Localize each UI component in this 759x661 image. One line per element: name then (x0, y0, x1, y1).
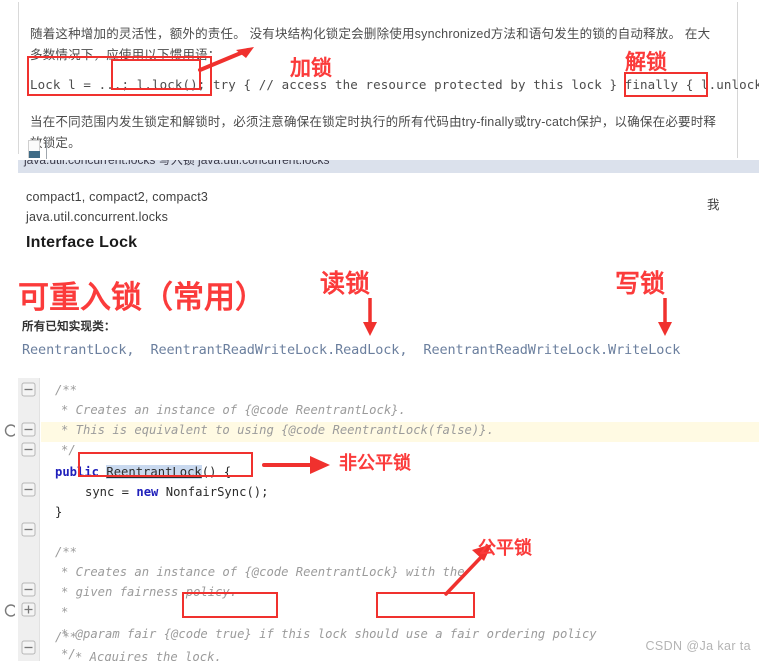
ctor-sig-1: () { (201, 465, 232, 479)
code-line-b2-3: * given fairness policy. (61, 585, 238, 599)
code-line-b1-7: } (55, 505, 63, 519)
fold-handle-3[interactable] (21, 442, 36, 457)
fold-handle-5[interactable] (21, 522, 36, 537)
page-title: Interface Lock (26, 234, 138, 251)
code-line-b1-5: public ReentrantLock() { (55, 462, 231, 482)
code-line-b2-6: */ (61, 647, 76, 661)
scrollbar-thumb-accent (29, 151, 40, 158)
doc-paragraph-flexibility: 随着这种增加的灵活性，额外的责任。 没有块结构化锁定会删除使用synchroni… (30, 27, 711, 62)
kw-new-1: new (136, 485, 159, 499)
fold-handle-4[interactable] (21, 482, 36, 497)
javadoc-compact-profiles: compact1, compact2, compact3 (26, 190, 209, 204)
javadoc-package-name: java.util.concurrent.locks (26, 210, 169, 224)
impl-separator-1: , (126, 342, 135, 358)
annotation-fair-lock-label: 公平锁 (478, 538, 532, 559)
fold-handle-expand[interactable] (21, 602, 36, 617)
method-marker-1[interactable] (2, 424, 18, 437)
editor-breakpoint-gutter[interactable] (0, 378, 18, 661)
code-line-b1-1: /** (55, 383, 78, 397)
fold-handle-2[interactable] (21, 422, 36, 437)
clipped-right-text: 我 (707, 198, 720, 212)
code-line-b2-2: * Creates an instance of {@code Reentran… (61, 565, 465, 579)
vertical-scrollbar-rail[interactable] (46, 139, 47, 159)
known-implementing-classes-list: ReentrantLock, ReentrantReadWriteLock.Re… (22, 342, 680, 358)
kw-public-1: public (55, 465, 100, 479)
fold-handle-7[interactable] (21, 640, 36, 655)
nonfairsync-call: NonfairSync(); (158, 485, 269, 499)
doc-idiom-code-line: Lock l = ...; l.lock(); try { // access … (30, 77, 759, 92)
annotation-write-lock-label: 写锁 (615, 269, 666, 298)
impl-link-writelock[interactable]: ReentrantReadWriteLock.WriteLock (423, 342, 680, 358)
doc-paragraph-scope: 当在不同范围内发生锁定和解锁时，必须注意确保在锁定时执行的所有代码由try-fi… (30, 115, 717, 150)
code-line-b1-2: * Creates an instance of {@code Reentran… (61, 403, 406, 417)
code-line-b2-4: * (61, 605, 69, 619)
known-implementing-classes-label: 所有已知实现类： (22, 321, 116, 333)
annotation-reentrant-lock-label: 可重入锁（常用） (18, 280, 266, 316)
code-line-b1-6: sync = new NonfairSync(); (85, 482, 268, 502)
fold-handle-1[interactable] (21, 382, 36, 397)
screenshot-root: 随着这种增加的灵活性，额外的责任。 没有块结构化锁定会删除使用synchroni… (0, 0, 759, 661)
annotation-unlock-label: 解锁 (625, 50, 667, 74)
code-line-b1-3: * This is equivalent to using {@code Ree… (61, 423, 494, 437)
code-line-b2-5: * @param fair {@code true} if this lock … (61, 627, 597, 641)
annotation-nonfair-lock-label: 非公平锁 (339, 453, 411, 474)
source-code-editor[interactable]: /** * Creates an instance of {@code Reen… (0, 378, 759, 661)
csdn-watermark: CSDN @Ja kar ta (645, 639, 751, 653)
clipped-table-header-row: java.util.concurrent.locks 写入锁 java.util… (18, 160, 759, 173)
ctor-name-reentrantlock: ReentrantLock (106, 465, 202, 479)
impl-link-readlock[interactable]: ReentrantReadWriteLock.ReadLock (150, 342, 399, 358)
code-line-b3-1: /** (55, 630, 78, 644)
code-line-b3-2: * Acquires the lock. (75, 650, 222, 661)
code-line-b2-1: /** (55, 545, 78, 559)
code-text-area[interactable]: /** * Creates an instance of {@code Reen… (41, 378, 759, 661)
annotation-lock-label: 加锁 (290, 56, 332, 80)
impl-separator-2: , (399, 342, 408, 358)
code-line-b1-4: */ (61, 443, 76, 457)
javadoc-description-panel: 随着这种增加的灵活性，额外的责任。 没有块结构化锁定会删除使用synchroni… (0, 2, 759, 158)
method-marker-2[interactable] (2, 604, 18, 617)
assign-sync-1: sync = (85, 485, 137, 499)
fold-handle-6[interactable] (21, 582, 36, 597)
editor-fold-gutter[interactable] (18, 378, 40, 661)
panel-left-rule (18, 2, 19, 154)
annotation-read-lock-label: 读锁 (320, 269, 371, 298)
clipped-table-header-text: java.util.concurrent.locks 写入锁 java.util… (24, 160, 330, 167)
impl-link-reentrantlock[interactable]: ReentrantLock (22, 342, 126, 358)
